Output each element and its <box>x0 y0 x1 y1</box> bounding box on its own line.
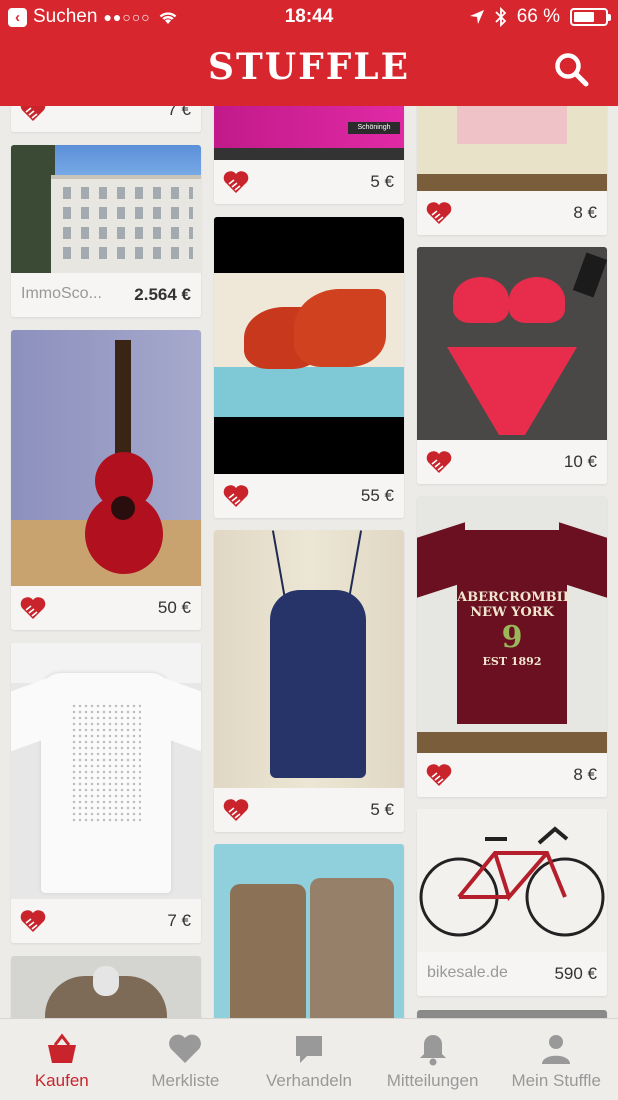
boots-photo <box>214 844 404 1018</box>
card-price: 2.564 € <box>134 285 191 304</box>
heart-hands-icon[interactable] <box>19 907 47 935</box>
red-heels-photo <box>214 217 404 474</box>
tab-merkliste[interactable]: Merkliste <box>124 1019 248 1100</box>
battery-percent: 66 % <box>516 6 560 27</box>
card-footer: bikesale.de 590 € <box>417 952 607 996</box>
product-card[interactable]: ImmoSco... 2.564 € <box>11 145 201 317</box>
heart-hands-icon[interactable] <box>222 168 250 196</box>
chat-bubble-icon <box>295 1036 322 1063</box>
bell-icon <box>419 1035 446 1066</box>
card-price: 7 € <box>167 106 191 119</box>
card-price: 8 € <box>573 765 597 784</box>
app-header: STUFFLE <box>0 36 618 106</box>
pink-top-photo <box>417 106 607 191</box>
status-bar: ‹ Suchen ●●○○○ 18:44 66 % <box>0 0 618 36</box>
card-footer: 8 € <box>417 753 607 797</box>
product-card[interactable]: 7 € <box>11 643 201 943</box>
product-card[interactable]: 50 € <box>11 330 201 630</box>
card-price: 7 € <box>167 911 191 930</box>
bike-drawing <box>419 826 605 937</box>
heart-hands-icon[interactable] <box>222 482 250 510</box>
card-price: 50 € <box>157 598 191 617</box>
road-bike-photo <box>417 809 607 952</box>
card-footer: 5 € <box>214 160 404 204</box>
publisher-label: Schöningh <box>348 122 400 134</box>
tab-verhandeln[interactable]: Verhandeln <box>247 1019 371 1100</box>
status-right: 66 % <box>469 6 611 28</box>
book-photo: Schöningh <box>214 106 404 160</box>
product-card[interactable] <box>417 1010 607 1018</box>
card-price: 5 € <box>370 172 394 191</box>
search-icon[interactable] <box>552 50 592 90</box>
shirt-city-text: NEW YORK <box>470 605 554 620</box>
tab-label: Mein Stuffle <box>511 1071 601 1090</box>
product-feed[interactable]: 7 € ImmoSco... 2.564 € 50 € 7 € Schöning… <box>0 106 618 1018</box>
heart-hands-icon[interactable] <box>19 594 47 622</box>
card-footer: 50 € <box>11 586 201 630</box>
bluetooth-icon <box>495 7 506 27</box>
card-price: 590 € <box>554 964 597 983</box>
heart-hands-icon[interactable] <box>425 199 453 227</box>
product-photo <box>417 1010 607 1018</box>
product-card[interactable]: 7 € <box>11 106 201 132</box>
product-card[interactable]: ABERCROMBIE NEW YORK 9 EST 1892 8 € <box>417 496 607 797</box>
white-tshirt-photo <box>11 643 201 899</box>
battery-icon <box>570 8 611 26</box>
card-footer: 5 € <box>214 788 404 832</box>
product-card[interactable]: 5 € <box>214 530 404 832</box>
card-footer: 55 € <box>214 474 404 518</box>
basket-icon <box>47 1033 76 1063</box>
product-card[interactable] <box>214 844 404 1018</box>
card-seller: ImmoSco... <box>21 285 102 302</box>
shirt-est-text: EST 1892 <box>482 655 542 668</box>
product-card[interactable]: 8 € <box>417 106 607 235</box>
blue-dress-photo <box>214 530 404 788</box>
tab-label: Mitteilungen <box>386 1071 479 1090</box>
heart-hands-icon[interactable] <box>19 106 47 124</box>
tab-label: Kaufen <box>34 1071 89 1090</box>
tab-mein-stuffle[interactable]: Mein Stuffle <box>494 1019 618 1100</box>
card-footer: 7 € <box>11 899 201 943</box>
card-footer: 10 € <box>417 440 607 484</box>
heart-hands-icon[interactable] <box>425 761 453 789</box>
person-icon <box>542 1035 571 1064</box>
card-footer: ImmoSco... 2.564 € <box>11 273 201 317</box>
location-arrow-icon <box>469 10 484 24</box>
card-price: 5 € <box>370 800 394 819</box>
tab-label: Merkliste <box>151 1071 220 1090</box>
tab-label: Verhandeln <box>265 1071 352 1090</box>
product-card[interactable]: Schöningh 5 € <box>214 106 404 204</box>
app-logo: STUFFLE <box>207 46 411 88</box>
heart-hands-icon[interactable] <box>222 796 250 824</box>
bikini-photo <box>417 247 607 440</box>
card-price: 8 € <box>573 203 597 222</box>
tab-mitteilungen[interactable]: Mitteilungen <box>371 1019 495 1100</box>
product-card[interactable]: bikesale.de 590 € <box>417 809 607 996</box>
card-footer: 7 € <box>11 106 201 132</box>
card-price: 10 € <box>563 452 597 471</box>
heart-icon <box>169 1034 202 1063</box>
guitar-photo <box>11 330 201 586</box>
product-card[interactable]: 10 € <box>417 247 607 484</box>
product-card[interactable] <box>11 956 201 1018</box>
tab-kaufen[interactable]: Kaufen <box>0 1019 124 1100</box>
maroon-tshirt-photo: ABERCROMBIE NEW YORK 9 EST 1892 <box>417 496 607 753</box>
card-price: 55 € <box>360 486 394 505</box>
card-footer: 8 € <box>417 191 607 235</box>
shirt-brand-text: ABERCROMBIE <box>457 590 573 605</box>
heart-hands-icon[interactable] <box>425 448 453 476</box>
battery-level <box>574 12 594 22</box>
shirt-number-text: 9 <box>501 620 523 655</box>
card-seller: bikesale.de <box>427 964 508 981</box>
building-photo <box>11 145 201 273</box>
product-card[interactable]: 55 € <box>214 217 404 518</box>
jacket-photo <box>11 956 201 1018</box>
bottom-tab-bar: Kaufen Merkliste Verhandeln Mitteilungen… <box>0 1018 618 1100</box>
